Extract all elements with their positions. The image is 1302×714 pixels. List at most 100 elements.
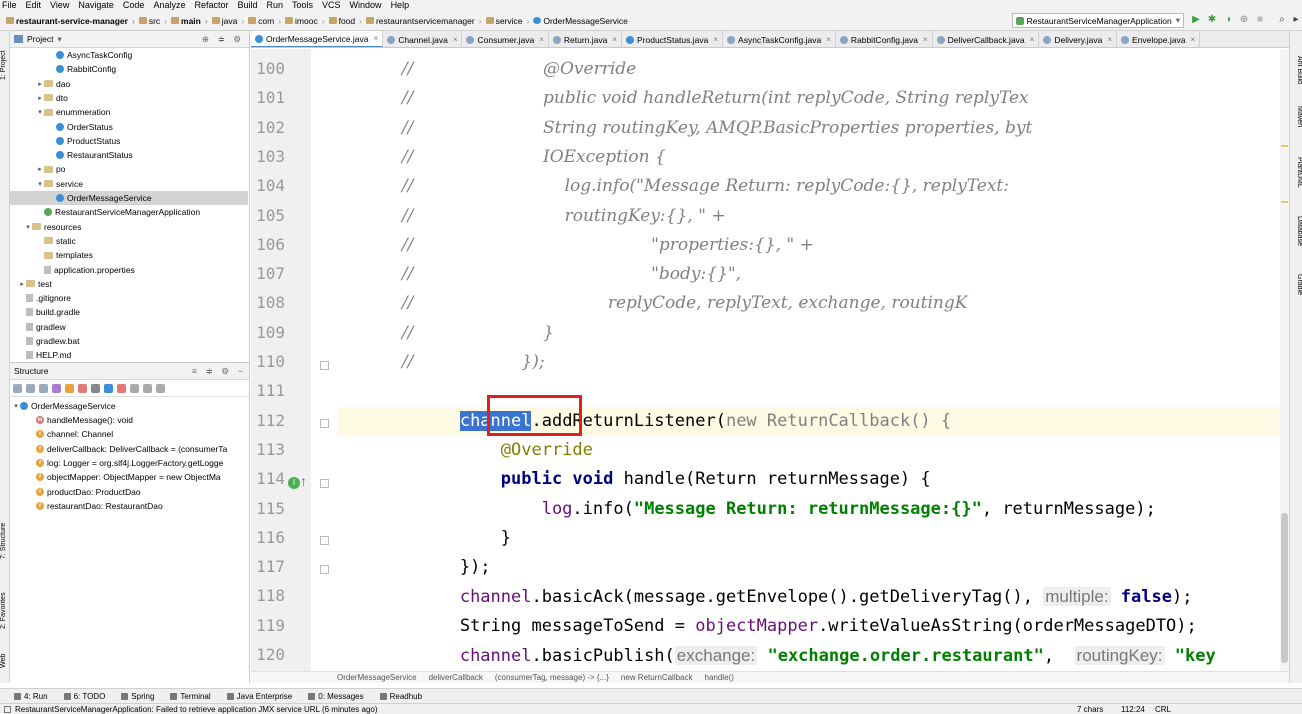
close-icon[interactable]: × — [826, 35, 831, 44]
gradle-tool-tab[interactable]: Gradle — [1291, 267, 1302, 303]
anonymous-icon[interactable] — [104, 383, 113, 393]
properties-icon[interactable] — [52, 383, 61, 393]
close-icon[interactable]: × — [539, 35, 544, 44]
bottom-tab[interactable]: Terminal — [170, 692, 211, 701]
breadcrumb-item[interactable]: java › — [208, 16, 244, 26]
expand-arrow-icon[interactable]: ▾ — [12, 402, 20, 410]
breadcrumb-item[interactable]: food › — [325, 16, 362, 26]
editor-breadcrumb-item[interactable]: new ReturnCallback — [621, 673, 693, 682]
tree-item[interactable]: AsyncTaskConfig — [10, 48, 248, 62]
fold-marker[interactable] — [320, 479, 329, 488]
editor-tab[interactable]: OrderMessageService.java × — [251, 31, 384, 47]
structure-member[interactable]: f objectMapper: ObjectMapper = new Object… — [10, 470, 248, 484]
editor-tab[interactable]: ProductStatus.java × — [622, 31, 724, 47]
structure-member[interactable]: m handleMessage(): void — [10, 413, 248, 427]
collapse-icon[interactable]: ≑ — [206, 366, 213, 377]
tree-item[interactable]: ▸ po — [10, 162, 248, 176]
scope-icon[interactable]: ⊕ — [202, 34, 209, 45]
editor-tab[interactable]: Delivery.java × — [1039, 31, 1118, 47]
warning-marker[interactable] — [1281, 145, 1288, 147]
menu-item-refactor[interactable]: Refactor — [194, 0, 228, 11]
code-editor[interactable]: 100 101 102 103 104 105 106 107 108 109 110 111 112 1… — [251, 49, 1289, 671]
tree-item[interactable]: OrderMessageService — [10, 191, 248, 205]
sort-visibility-icon[interactable] — [26, 383, 35, 393]
code-line[interactable]: // @Override — [337, 55, 1289, 84]
tree-item[interactable]: templates — [10, 248, 248, 262]
project-panel-title[interactable]: Project — [27, 34, 53, 44]
inherited-icon[interactable] — [39, 383, 48, 393]
tree-item[interactable]: ▸ dto — [10, 91, 248, 105]
tree-item[interactable]: ▸ test — [10, 277, 248, 291]
tree-item[interactable]: HELP.md — [10, 348, 248, 362]
expand-all-icon[interactable] — [130, 383, 139, 393]
database-tool-tab[interactable]: Database — [1291, 207, 1302, 255]
gear-icon[interactable]: ⚙ — [233, 34, 241, 45]
code-line[interactable] — [337, 377, 1289, 406]
expand-arrow-icon[interactable]: ▾ — [36, 180, 44, 188]
editor-tab[interactable]: Return.java × — [549, 31, 622, 47]
code-line[interactable]: // IOException { — [337, 143, 1289, 172]
web-tool-tab[interactable]: Web — [0, 646, 10, 676]
fold-marker[interactable] — [320, 536, 329, 545]
code-line[interactable]: // }); — [337, 348, 1289, 377]
coverage-icon[interactable]: ◑ — [1222, 14, 1234, 26]
bottom-tab[interactable]: Java Enterprise — [226, 692, 292, 701]
expand-arrow-icon[interactable]: ▸ — [36, 94, 44, 102]
stop-icon[interactable]: ■ — [1254, 14, 1266, 26]
tree-item[interactable]: .gitignore — [10, 291, 248, 305]
code-line[interactable]: channel.addReturnListener(new ReturnCall… — [337, 406, 1289, 436]
breadcrumb-item[interactable]: service › — [482, 16, 529, 26]
tree-item[interactable]: ▾ enummeration — [10, 105, 248, 119]
menu-item-edit[interactable]: Edit — [26, 0, 42, 11]
warning-marker[interactable] — [1281, 201, 1288, 203]
code-line[interactable]: // routingKey:{}, " + — [337, 202, 1289, 231]
tree-item[interactable]: ProductStatus — [10, 134, 248, 148]
menu-item-build[interactable]: Build — [237, 0, 257, 11]
tree-item[interactable]: ▾ resources — [10, 220, 248, 234]
code-line[interactable]: // public void handleReturn(int replyCod… — [337, 84, 1289, 113]
scrollbar-thumb[interactable] — [1281, 513, 1288, 663]
debug-icon[interactable]: ✱ — [1206, 14, 1218, 26]
code-line[interactable]: channel.basicPublish(exchange: "exchange… — [337, 641, 1289, 670]
breadcrumb-item[interactable]: main › — [167, 16, 208, 26]
tree-item[interactable]: build.gradle — [10, 305, 248, 319]
close-icon[interactable]: × — [374, 34, 379, 43]
expand-arrow-icon[interactable]: ▾ — [36, 108, 44, 116]
structure-tool-tab[interactable]: 7: Structure — [0, 511, 10, 571]
attach-icon[interactable]: ⊕ — [1238, 14, 1250, 26]
code-line[interactable]: // } — [337, 319, 1289, 348]
maven-tool-tab[interactable]: Maven — [1291, 99, 1302, 135]
search-icon[interactable]: ⌕ — [1276, 14, 1288, 26]
fold-marker[interactable] — [320, 565, 329, 574]
methods-icon[interactable] — [78, 383, 87, 393]
code-line[interactable]: // "properties:{}, " + — [337, 231, 1289, 260]
breadcrumb-item[interactable]: restaurantservicemanager › — [362, 16, 482, 26]
code-line[interactable]: String messageToSend = objectMapper.writ… — [337, 612, 1289, 641]
close-icon[interactable]: × — [1107, 35, 1112, 44]
project-tool-tab[interactable]: 1: Project — [0, 35, 10, 95]
tree-item[interactable]: application.properties — [10, 263, 248, 277]
code-line[interactable]: // "body:{}", — [337, 260, 1289, 289]
menu-item-help[interactable]: Help — [391, 0, 410, 11]
tree-item[interactable]: OrderStatus — [10, 120, 248, 134]
menu-item-window[interactable]: Window — [350, 0, 382, 11]
menu-item-navigate[interactable]: Navigate — [78, 0, 114, 11]
code-line[interactable]: // replyCode, replyText, exchange, routi… — [337, 289, 1289, 318]
fields-icon[interactable] — [65, 383, 74, 393]
code-line[interactable]: channel.basicAck(message.getEnvelope().g… — [337, 582, 1289, 611]
tree-item[interactable]: ▸ dao — [10, 77, 248, 91]
editor-tab[interactable]: Channel.java × — [383, 31, 463, 47]
filter-icon[interactable] — [91, 383, 100, 393]
lambda-icon[interactable] — [117, 383, 126, 393]
editor-tab[interactable]: Consumer.java × — [462, 31, 549, 47]
close-icon[interactable]: × — [612, 35, 617, 44]
run-icon[interactable]: ▶ — [1190, 14, 1202, 26]
editor-scrollbar[interactable] — [1280, 49, 1289, 671]
editor-tab[interactable]: Envelope.java × — [1117, 31, 1201, 47]
tree-item[interactable]: gradlew.bat — [10, 334, 248, 348]
override-arrow-icon[interactable]: ↑ — [300, 473, 307, 489]
editor-breadcrumb-item[interactable]: handle() — [705, 673, 734, 682]
code-area[interactable]: // @Override // public void handleReturn… — [337, 49, 1289, 671]
menu-item-tools[interactable]: Tools — [292, 0, 313, 11]
sort-alpha-icon[interactable] — [13, 383, 22, 393]
